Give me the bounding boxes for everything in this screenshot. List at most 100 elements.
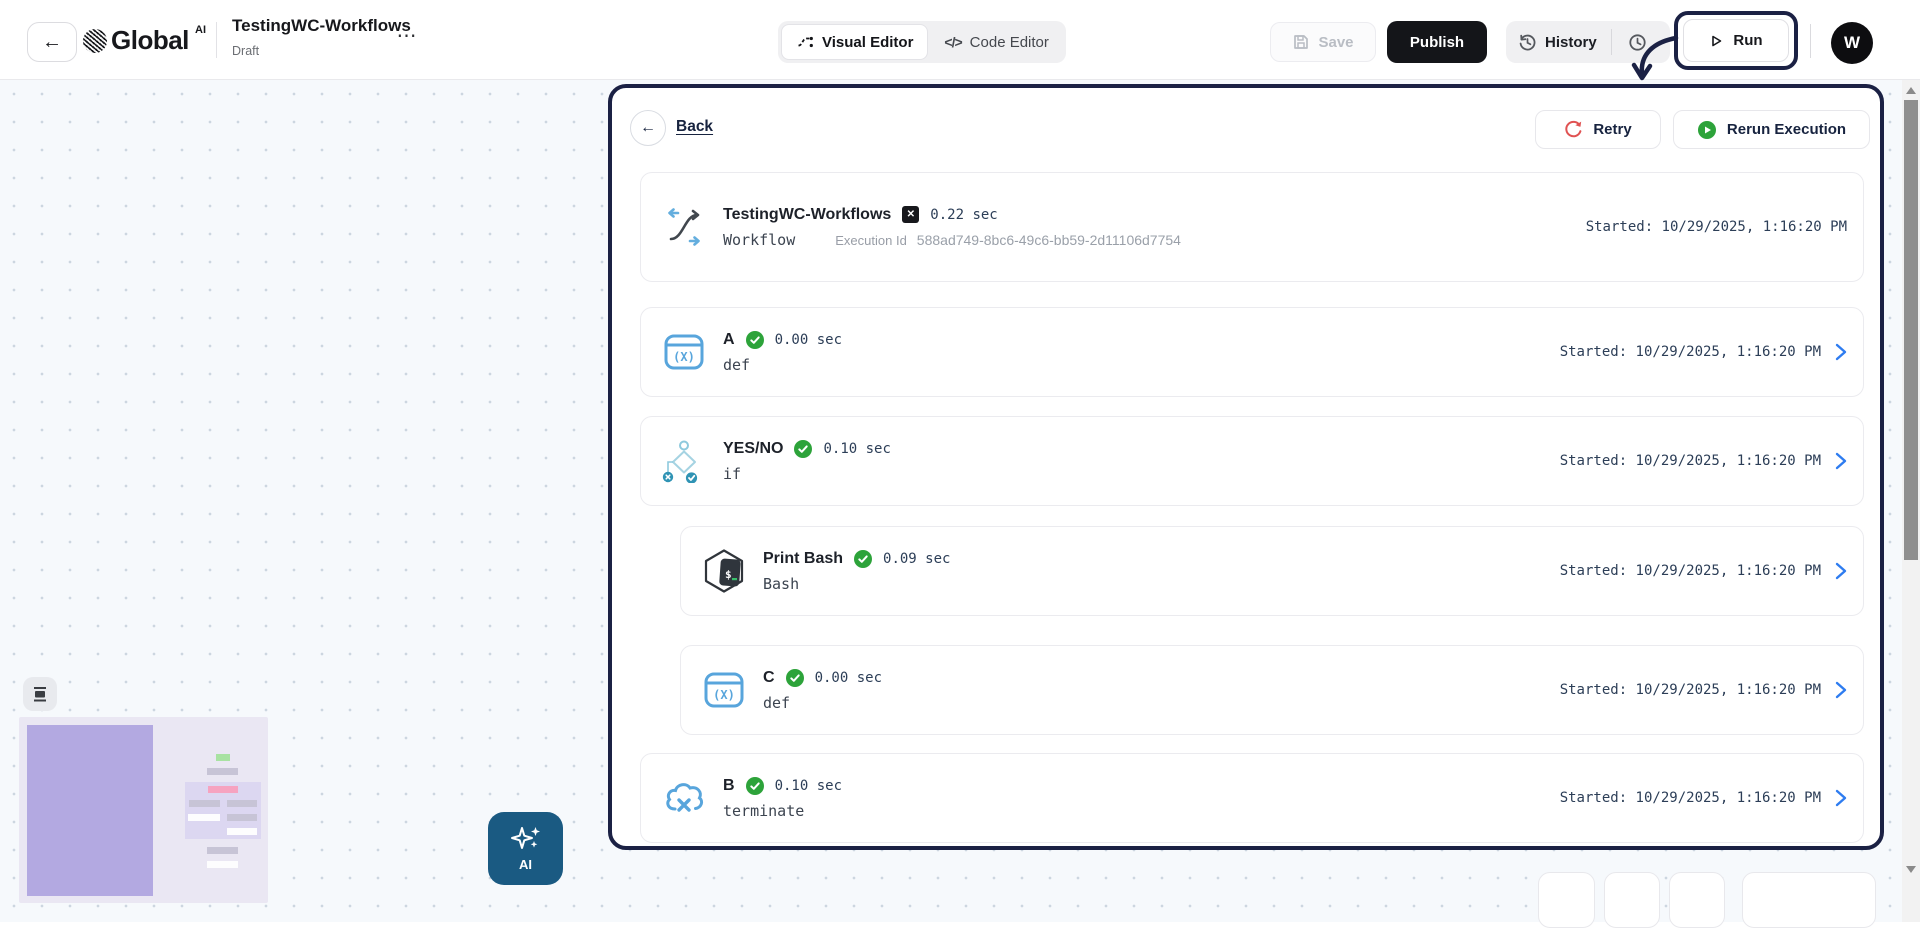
execution-row-yesno[interactable]: YES/NO 0.10 sec if Started: 10/29/2025, …	[640, 416, 1864, 506]
execution-id-label: Execution Id	[835, 233, 907, 248]
execution-row-print-bash[interactable]: $ Print Bash 0.09 sec Bash Started: 10/2…	[680, 526, 1864, 616]
publish-button[interactable]: Publish	[1387, 21, 1487, 63]
user-avatar[interactable]: W	[1831, 22, 1873, 64]
retry-icon	[1564, 120, 1583, 139]
workflow-title: TestingWC-Workflows	[232, 16, 411, 36]
execution-row-c[interactable]: (X) C 0.00 sec def Started: 10/29/2025, …	[680, 645, 1864, 735]
scrollbar-thumb[interactable]	[1904, 100, 1918, 560]
back-arrow-icon: ←	[640, 119, 656, 137]
if-condition-icon	[661, 438, 707, 484]
panel-back-button[interactable]: ←	[630, 110, 666, 146]
row-duration: 0.10 sec	[775, 778, 842, 794]
function-def-icon: (X)	[701, 667, 747, 713]
partial-button[interactable]	[1538, 872, 1595, 928]
minimap-node	[208, 786, 238, 793]
row-started-timestamp: Started: 10/29/2025, 1:16:20 PM	[1586, 219, 1847, 235]
back-arrow-icon: ←	[42, 31, 62, 54]
row-started-timestamp: Started: 10/29/2025, 1:16:20 PM	[1560, 344, 1821, 360]
app-header: ← Global AI TestingWC-Workflows Draft ⋯ …	[0, 0, 1920, 80]
partial-button[interactable]	[1604, 872, 1660, 928]
editor-mode-tabs: Visual Editor </> Code Editor	[778, 21, 1066, 63]
row-started-timestamp: Started: 10/29/2025, 1:16:20 PM	[1560, 453, 1821, 469]
row-title: A	[723, 331, 735, 349]
chevron-right-icon[interactable]	[1835, 343, 1847, 361]
row-type: Workflow	[723, 231, 795, 249]
row-type: def	[763, 694, 790, 712]
minimap-node	[216, 754, 230, 761]
execution-row-a[interactable]: (X) A 0.00 sec def Started: 10/29/2025, …	[640, 307, 1864, 397]
save-icon	[1292, 33, 1310, 51]
flow-icon	[796, 33, 814, 51]
publish-label: Publish	[1410, 34, 1464, 51]
partial-button[interactable]	[1669, 872, 1725, 928]
retry-button[interactable]: Retry	[1535, 110, 1661, 149]
divider	[216, 22, 217, 58]
row-type: terminate	[723, 802, 804, 820]
row-title: B	[723, 777, 735, 795]
tab-label: Code Editor	[970, 34, 1049, 51]
rerun-execution-button[interactable]: Rerun Execution	[1673, 110, 1870, 149]
svg-text:$: $	[725, 568, 732, 581]
svg-text:(X): (X)	[713, 688, 735, 702]
function-def-icon: (X)	[661, 329, 707, 375]
execution-row-b[interactable]: B 0.10 sec terminate Started: 10/29/2025…	[640, 753, 1864, 843]
minimap-node	[207, 847, 238, 854]
status-x-badge: ✕	[902, 206, 919, 223]
execution-row-workflow[interactable]: TestingWC-Workflows ✕ 0.22 sec Workflow …	[640, 172, 1864, 282]
sparkles-icon	[509, 825, 543, 855]
tab-visual-editor[interactable]: Visual Editor	[781, 24, 928, 60]
header-back-button[interactable]: ←	[27, 22, 77, 62]
success-check-icon	[794, 440, 812, 458]
chevron-right-icon[interactable]	[1835, 562, 1847, 580]
play-icon	[1709, 34, 1723, 48]
logo-text: Global	[111, 25, 189, 56]
minimap-node	[227, 814, 257, 821]
history-group: History	[1506, 21, 1670, 63]
history-icon	[1518, 33, 1537, 52]
row-duration: 0.22 sec	[930, 207, 997, 223]
panel-back-link[interactable]: Back	[676, 118, 713, 136]
tab-label: Visual Editor	[822, 34, 913, 51]
run-label: Run	[1733, 32, 1762, 49]
row-title: Print Bash	[763, 550, 843, 568]
row-started-timestamp: Started: 10/29/2025, 1:16:20 PM	[1560, 563, 1821, 579]
canvas-minimap[interactable]	[19, 717, 268, 903]
scrollbar-up-arrow[interactable]	[1906, 87, 1916, 94]
scrollbar-down-arrow[interactable]	[1906, 866, 1916, 873]
chevron-right-icon[interactable]	[1835, 681, 1847, 699]
minimap-node	[227, 828, 257, 835]
row-started-timestamp: Started: 10/29/2025, 1:16:20 PM	[1560, 790, 1821, 806]
run-button[interactable]: Run	[1683, 19, 1789, 62]
success-check-icon	[746, 777, 764, 795]
chevron-right-icon[interactable]	[1835, 789, 1847, 807]
row-type: def	[723, 356, 750, 374]
tab-code-editor[interactable]: </> Code Editor	[930, 24, 1062, 60]
row-started-timestamp: Started: 10/29/2025, 1:16:20 PM	[1560, 682, 1821, 698]
terminate-cloud-icon	[661, 775, 707, 821]
more-options-icon[interactable]: ⋯	[392, 20, 422, 50]
retry-label: Retry	[1593, 121, 1631, 138]
partial-button[interactable]	[1742, 872, 1876, 928]
play-circle-icon	[1697, 120, 1717, 140]
workflow-icon	[661, 204, 707, 250]
history-button[interactable]: History	[1545, 34, 1597, 51]
row-duration: 0.10 sec	[823, 441, 890, 457]
row-type: Bash	[763, 575, 799, 593]
globalai-logo-icon	[83, 29, 107, 53]
minimap-toggle-button[interactable]	[23, 677, 57, 711]
row-duration: 0.00 sec	[815, 670, 882, 686]
success-check-icon	[786, 669, 804, 687]
divider	[1611, 29, 1612, 55]
save-button[interactable]: Save	[1270, 22, 1376, 62]
clock-icon[interactable]	[1628, 33, 1647, 52]
bash-icon: $	[701, 548, 747, 594]
row-duration: 0.00 sec	[775, 332, 842, 348]
logo-superscript: AI	[195, 24, 206, 36]
minimap-toggle-icon	[29, 683, 51, 705]
workflow-status-draft: Draft	[232, 44, 259, 58]
minimap-node	[207, 768, 238, 775]
svg-text:(X): (X)	[673, 350, 695, 364]
chevron-right-icon[interactable]	[1835, 452, 1847, 470]
ai-assistant-button[interactable]: AI	[488, 812, 563, 885]
rerun-label: Rerun Execution	[1727, 121, 1846, 138]
